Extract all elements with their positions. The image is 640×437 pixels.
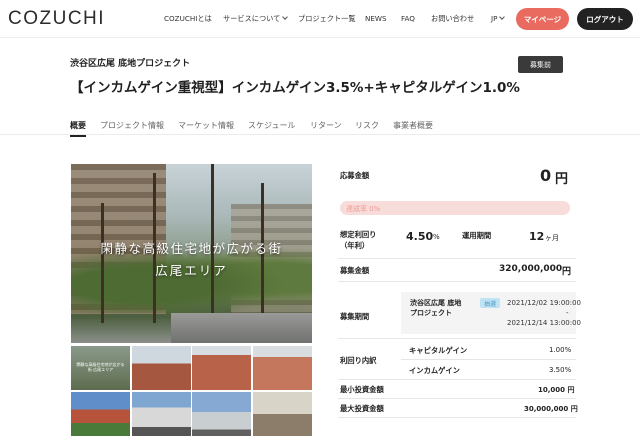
applied-amount-value: 0 [540, 166, 552, 185]
chevron-down-icon [282, 14, 289, 20]
applied-amount-unit: 円 [555, 172, 569, 187]
gallery-thumbnail[interactable] [253, 346, 312, 390]
logout-button[interactable]: ログアウト [577, 8, 633, 30]
page-title: 【インカムゲイン重視型】インカムゲイン3.5%+キャピタルゲイン1.0% [70, 80, 520, 96]
divider [401, 359, 576, 360]
recruit-period-table: 渋谷区広尾 底地 プロジェクト 抽選 2021/12/02 19:00:00 -… [401, 292, 581, 334]
nav-news[interactable]: NEWS [365, 14, 387, 23]
tab-overview[interactable]: 概要 [70, 120, 86, 137]
amount-label: 募集金額 [340, 266, 370, 275]
project-subtitle: 渋谷区広尾 底地プロジェクト [70, 59, 191, 69]
divider [338, 398, 576, 399]
period-unit: ヶ月 [545, 234, 559, 242]
chevron-down-icon [499, 14, 506, 20]
yield-value: 4.50 [406, 230, 434, 243]
gallery-thumbnail[interactable] [132, 392, 191, 436]
yield-sublabel: （年利） [340, 241, 370, 250]
recruit-project-name-line2: プロジェクト [410, 309, 452, 317]
progress-bar: 達成率 0% [340, 201, 570, 215]
nav-service[interactable]: サービスについて [223, 14, 289, 24]
period-label: 運用期間 [462, 231, 492, 240]
divider [338, 281, 576, 282]
capital-gain-label: キャピタルゲイン [409, 346, 468, 355]
tab-return[interactable]: リターン [310, 120, 342, 131]
gallery-thumbnail[interactable] [71, 392, 130, 436]
max-investment-value: 30,000,000 円 [524, 405, 578, 413]
income-gain-value: 3.50% [549, 366, 572, 374]
thumbnail-caption: 閑静な高級住宅地が広がる街 広尾エリア [76, 362, 125, 372]
amount-unit: 円 [562, 267, 572, 277]
gallery-thumbnail[interactable] [192, 346, 251, 390]
yield-label: 想定利回り [340, 230, 377, 239]
divider [338, 338, 576, 339]
cozuchi-logo[interactable]: COZUCHI [8, 8, 105, 30]
tab-bar: 概要 プロジェクト情報 マーケット情報 スケジュール リターン リスク 事業者概… [0, 118, 640, 137]
tab-schedule[interactable]: スケジュール [248, 120, 295, 131]
recruit-period-label: 募集期間 [340, 312, 370, 321]
tab-project-info[interactable]: プロジェクト情報 [100, 120, 164, 131]
recruit-end-date: 2021/12/14 13:00:00 [507, 319, 582, 327]
recruit-project-name: 渋谷区広尾 底地 プロジェクト [410, 298, 462, 318]
site-header: COZUCHI COZUCHIとは サービスについて プロジェクト一覧 NEWS… [0, 0, 640, 38]
nav-service-label: サービスについて [223, 14, 281, 23]
gallery-thumbnail[interactable] [192, 392, 251, 436]
hero-caption-line1: 閑静な高級住宅地が広がる街 [100, 241, 283, 256]
max-investment-label: 最大投資金額 [340, 404, 384, 413]
hero-caption-line2: 広尾エリア [155, 263, 228, 278]
divider [338, 417, 576, 418]
language-label: JP [491, 14, 498, 23]
gallery-thumbnail[interactable]: 閑静な高級住宅地が広がる街 広尾エリア [71, 346, 130, 390]
nav-projects[interactable]: プロジェクト一覧 [298, 14, 356, 24]
period-value: 12 [529, 230, 545, 243]
mypage-button[interactable]: マイページ [516, 8, 569, 30]
tab-market-info[interactable]: マーケット情報 [178, 120, 234, 131]
yield-unit: % [433, 233, 440, 241]
recruit-date-separator: - [566, 309, 569, 317]
income-gain-label: インカムゲイン [409, 366, 460, 375]
divider [338, 379, 576, 380]
capital-gain-value: 1.00% [549, 346, 572, 354]
progress-text: 達成率 0% [346, 205, 381, 213]
divider [338, 258, 576, 259]
status-badge: 募集前 [518, 56, 563, 73]
amount-value: 320,000,000 [499, 264, 563, 274]
tab-risk[interactable]: リスク [355, 120, 379, 131]
language-select[interactable]: JP [491, 14, 506, 23]
tab-company[interactable]: 事業者概要 [393, 120, 433, 131]
recruit-start-date: 2021/12/02 19:00:00 [507, 299, 582, 307]
hero-image: 閑静な高級住宅地が広がる街 広尾エリア [71, 164, 312, 343]
nav-about[interactable]: COZUCHIとは [164, 14, 212, 24]
min-investment-label: 最小投資金額 [340, 385, 384, 394]
recruit-project-name-line1: 渋谷区広尾 底地 [410, 299, 462, 307]
nav-faq[interactable]: FAQ [401, 14, 415, 23]
lottery-badge: 抽選 [480, 298, 500, 308]
gallery-thumbnail[interactable] [132, 346, 191, 390]
hero-road [171, 313, 312, 343]
applied-amount-label: 応募金額 [340, 171, 370, 180]
min-investment-value: 10,000 円 [538, 386, 575, 394]
nav-contact[interactable]: お問い合わせ [431, 14, 474, 24]
yield-breakdown-label: 利回り内訳 [340, 356, 377, 365]
gallery-thumbnail[interactable] [253, 392, 312, 436]
